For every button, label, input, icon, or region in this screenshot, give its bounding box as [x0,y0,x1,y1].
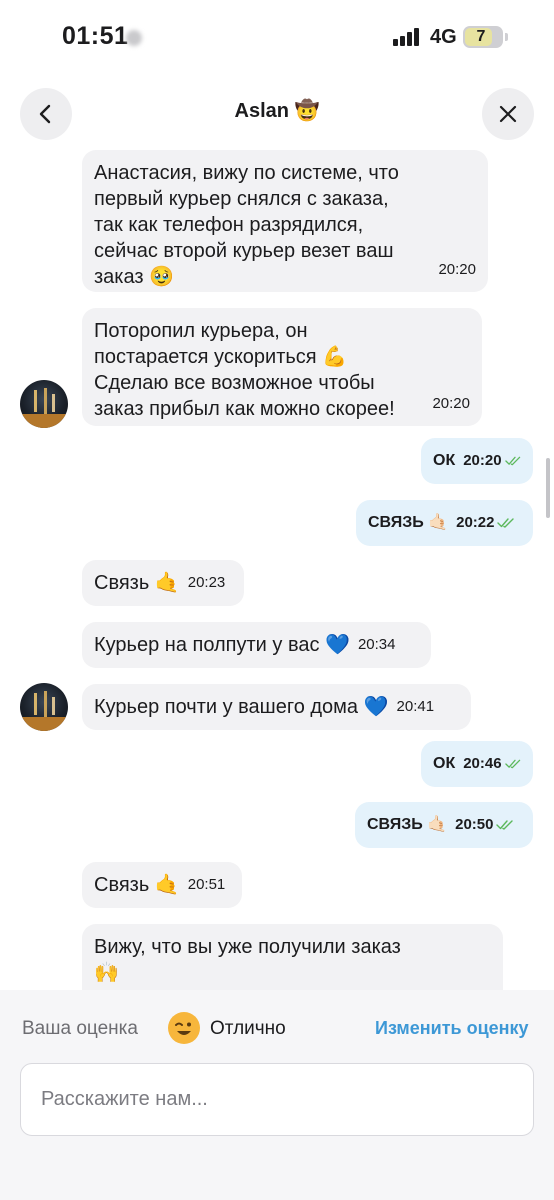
read-check-icon [504,759,520,769]
message-time: 20:51 [187,876,226,893]
close-button[interactable] [482,88,534,140]
message-time: 20:23 [187,574,226,591]
message-text: Курьер почти у вашего дома 💙 [94,696,389,718]
message-incoming: Поторопил курьера, он постарается ускори… [82,308,482,426]
message-text: Анастасия, вижу по системе, что первый к… [94,162,399,288]
battery-icon: 7 [463,26,503,48]
read-check-icon [496,820,514,830]
avatar[interactable] [20,380,68,428]
avatar[interactable] [20,683,68,731]
network-type: 4G [430,26,457,48]
signal-icon [393,28,423,46]
message-text: СВЯЗЬ 🤙🏻 [367,816,448,833]
message-time: 20:20 [432,395,470,412]
message-time: 20:22 [456,514,495,531]
message-text: Курьер на полпути у вас 💙 [94,634,350,656]
message-text: Связь 🤙 [94,874,180,896]
message-time: 20:50 [455,816,494,833]
message-time: 20:41 [396,698,435,715]
message-time: 20:20 [463,452,502,469]
message-time: 20:34 [357,636,396,653]
chat-title: Aslan 🤠 [234,100,320,122]
battery-tip [505,33,508,41]
status-time: 01:51 [62,22,129,50]
message-outgoing: ОК 20:46 [421,741,533,787]
battery-level: 7 [476,28,486,45]
read-check-icon [497,518,515,528]
change-rating-link[interactable]: Изменить оценку [375,1018,529,1039]
message-text: Связь 🤙 [94,572,180,594]
message-incoming: Курьер на полпути у вас 💙 20:34 [82,622,431,668]
message-outgoing: ОК 20:20 [421,438,533,484]
chat-header: Aslan 🤠 [0,78,554,148]
message-incoming: Вижу, что вы уже получили заказ 🙌 [82,924,503,990]
blurred-indicator [126,30,142,46]
rating-panel: Ваша оценка Отлично Изменить оценку [0,990,554,1200]
message-outgoing: СВЯЗЬ 🤙🏻 20:50 [355,802,533,848]
rating-label: Ваша оценка [22,1018,138,1039]
message-outgoing: СВЯЗЬ 🤙🏻 20:22 [356,500,533,546]
close-icon [499,105,517,123]
message-incoming: Связь 🤙 20:51 [82,862,242,908]
chat-messages[interactable]: Анастасия, вижу по системе, что первый к… [0,148,554,990]
scrollbar[interactable] [546,458,550,518]
smiley-icon [168,1012,200,1044]
status-bar: 01:51 4G 7 [0,0,554,78]
message-time: 20:46 [463,755,502,772]
feedback-field[interactable] [20,1063,534,1136]
message-incoming: Анастасия, вижу по системе, что первый к… [82,150,488,292]
feedback-input[interactable] [41,1064,511,1135]
message-text: ОК [433,452,456,469]
message-incoming: Курьер почти у вашего дома 💙 20:41 [82,684,471,730]
message-text: Вижу, что вы уже получили заказ 🙌 [94,936,401,984]
message-text: Поторопил курьера, он постарается ускори… [94,320,395,420]
message-time: 20:20 [438,261,476,278]
message-incoming: Связь 🤙 20:23 [82,560,244,606]
message-text: СВЯЗЬ 🤙🏻 [368,514,449,531]
read-check-icon [504,456,520,466]
rating-value: Отлично [210,1018,286,1039]
message-text: ОК [433,755,456,772]
